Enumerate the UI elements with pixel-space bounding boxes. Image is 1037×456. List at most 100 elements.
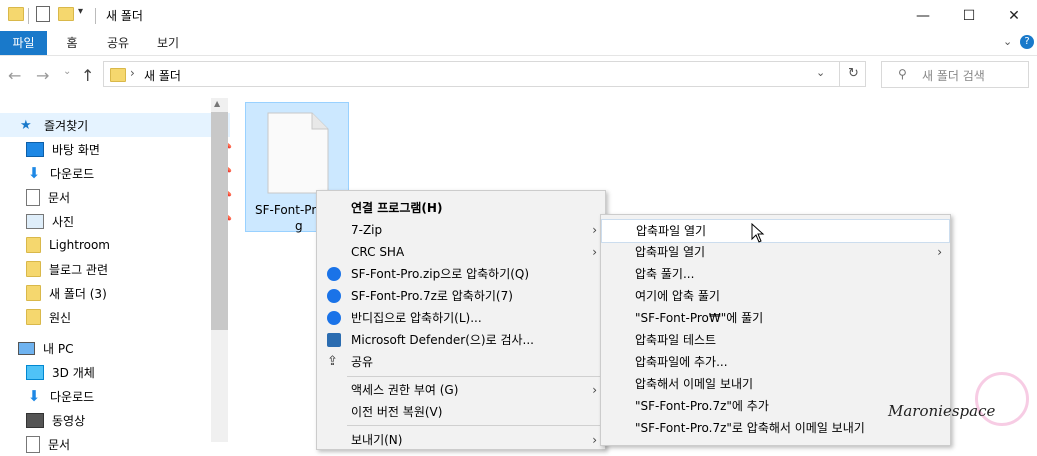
quick-access-dropdown-icon[interactable]: ▾: [78, 6, 83, 17]
title-bar: ▾ 새 폴더 — ☐ ✕: [0, 0, 1037, 31]
sidebar-item-label: 다운로드: [50, 389, 95, 404]
menu-item-7zip[interactable]: 7-Zip ›: [317, 219, 605, 241]
search-icon: ⚲: [898, 67, 907, 81]
folder-icon: [26, 261, 41, 277]
scroll-up-icon[interactable]: ▲: [214, 99, 220, 108]
desktop-icon: [26, 141, 44, 157]
sidebar-item-label: 원신: [49, 310, 72, 325]
sidebar-item-downloads[interactable]: ⬇ 다운로드 📌: [0, 161, 236, 185]
address-dropdown-icon[interactable]: ⌄: [816, 66, 825, 79]
divider: [28, 8, 29, 24]
sidebar-scrollbar-thumb[interactable]: [211, 112, 228, 330]
menu-item-label: 액세스 권한 부여 (G): [351, 383, 459, 397]
sidebar-item-label: 다운로드: [50, 166, 95, 181]
menu-item-send-to[interactable]: 보내기(N) ›: [317, 429, 605, 451]
sidebar-item-label: 내 PC: [43, 341, 74, 356]
sidebar-item-label: 3D 개체: [52, 365, 95, 380]
sidebar-item-this-pc[interactable]: 내 PC: [0, 336, 228, 360]
tab-file[interactable]: 파일: [0, 31, 47, 55]
menu-item-label: 반디집으로 압축하기(L)...: [351, 311, 482, 325]
divider: [95, 8, 96, 24]
sidebar-item-3d-objects[interactable]: 3D 개체: [0, 360, 236, 384]
menu-item-label: 압축해서 이메일 보내기: [635, 377, 754, 391]
sidebar-item-pc-downloads[interactable]: ⬇ 다운로드: [0, 384, 236, 408]
menu-item-label: 보내기(N): [351, 433, 403, 447]
submenu-item-7z-and-email[interactable]: "SF-Font-Pro.7z"로 압축해서 이메일 보내기: [601, 417, 950, 439]
sidebar-item-label: 블로그 관련: [49, 262, 109, 277]
sidebar-item-new-folder-3[interactable]: 새 폴더 (3): [0, 281, 236, 305]
menu-item-restore-previous[interactable]: 이전 버전 복원(V): [317, 401, 605, 423]
submenu-arrow-icon: ›: [937, 245, 942, 259]
recent-locations-icon[interactable]: ⌄: [63, 66, 71, 77]
menu-item-label: 압축파일 열기: [635, 245, 706, 259]
document-icon: [26, 435, 40, 453]
submenu-item-compress-and-email[interactable]: 압축해서 이메일 보내기: [601, 373, 950, 395]
menu-item-bandizip[interactable]: 반디집으로 압축하기(L)...: [317, 307, 605, 329]
submenu-item-add-to-archive[interactable]: 압축파일에 추가...: [601, 351, 950, 373]
bandizip-icon: [327, 311, 341, 325]
menu-item-open-with[interactable]: 연결 프로그램(H): [317, 197, 605, 219]
bandizip-icon: [327, 267, 341, 281]
menu-item-label: 7-Zip: [351, 223, 383, 237]
menu-item-compress-zip[interactable]: SF-Font-Pro.zip으로 압축하기(Q): [317, 263, 605, 285]
bandizip-icon: [327, 289, 341, 303]
ribbon-expand-icon[interactable]: ⌄: [1003, 35, 1012, 48]
submenu-item-extract[interactable]: 압축 풀기...: [601, 263, 950, 285]
picture-icon: [26, 213, 44, 229]
submenu-item-extract-to-folder[interactable]: "SF-Font-Pro₩"에 풀기: [601, 307, 950, 329]
help-icon[interactable]: ?: [1020, 35, 1034, 49]
menu-item-label: 공유: [351, 355, 374, 369]
new-folder-icon[interactable]: [58, 7, 74, 21]
defender-icon: [327, 333, 341, 347]
sidebar-item-blog[interactable]: 블로그 관련: [0, 257, 236, 281]
file-name-line1: SF-Font-Pro: [255, 203, 324, 217]
star-icon: ★: [20, 117, 32, 133]
address-bar[interactable]: › 새 폴더 ⌄ ↻: [103, 61, 866, 87]
submenu-item-open-archive-more[interactable]: 압축파일 열기 ›: [601, 241, 950, 263]
submenu-item-extract-here[interactable]: 여기에 압축 풀기: [601, 285, 950, 307]
submenu-arrow-icon: ›: [592, 223, 597, 237]
sidebar-item-videos[interactable]: 동영상: [0, 408, 236, 432]
sidebar-item-label: 문서: [48, 437, 71, 452]
submenu-item-test-archive[interactable]: 압축파일 테스트: [601, 329, 950, 351]
tab-view[interactable]: 보기: [151, 31, 185, 55]
ribbon-tabs: 파일 홈 공유 보기 ⌄ ?: [0, 31, 1037, 56]
tab-share[interactable]: 공유: [101, 31, 135, 55]
sidebar-item-label: 새 폴더 (3): [49, 286, 107, 301]
maximize-button[interactable]: ☐: [946, 0, 992, 31]
watermark-text: Maroniespace: [888, 402, 996, 420]
forward-arrow-icon[interactable]: →: [36, 66, 49, 85]
menu-item-defender-scan[interactable]: Microsoft Defender(으)로 검사...: [317, 329, 605, 351]
sidebar-item-pictures[interactable]: 사진 📌: [0, 209, 236, 233]
search-input[interactable]: ⚲ 새 폴더 검색: [881, 61, 1029, 88]
mouse-cursor-icon: [751, 223, 765, 243]
submenu-item-open-archive[interactable]: 압축파일 열기: [601, 219, 950, 243]
menu-item-compress-7z[interactable]: SF-Font-Pro.7z로 압축하기(7): [317, 285, 605, 307]
submenu-arrow-icon: ›: [592, 383, 597, 397]
menu-item-label: 이전 버전 복원(V): [351, 405, 443, 419]
sidebar-item-lightroom[interactable]: Lightroom: [0, 233, 236, 257]
window-title: 새 폴더: [106, 9, 143, 23]
sidebar-item-pc-documents[interactable]: 문서: [0, 432, 236, 456]
refresh-icon[interactable]: ↻: [848, 66, 859, 81]
video-icon: [26, 412, 44, 428]
sidebar-item-quick-access[interactable]: ★ 즐겨찾기: [0, 113, 230, 137]
pc-icon: [18, 341, 35, 355]
back-arrow-icon[interactable]: ←: [8, 66, 21, 85]
tab-home[interactable]: 홈: [58, 31, 86, 55]
breadcrumb-chevron-icon[interactable]: ›: [130, 66, 135, 80]
sidebar-item-documents[interactable]: 문서 📌: [0, 185, 236, 209]
properties-icon[interactable]: [36, 6, 50, 22]
menu-item-crc-sha[interactable]: CRC SHA ›: [317, 241, 605, 263]
menu-item-grant-access[interactable]: 액세스 권한 부여 (G) ›: [317, 379, 605, 401]
menu-item-share[interactable]: ⇪ 공유: [317, 351, 605, 373]
folder-icon: [26, 309, 41, 325]
menu-item-label: "SF-Font-Pro₩"에 풀기: [635, 311, 764, 325]
close-button[interactable]: ✕: [991, 0, 1037, 31]
breadcrumb[interactable]: 새 폴더: [144, 67, 181, 84]
up-arrow-icon[interactable]: ↑: [81, 66, 94, 85]
sidebar-item-label: Lightroom: [49, 238, 110, 252]
sidebar-item-desktop[interactable]: 바탕 화면 📌: [0, 137, 236, 161]
sidebar-item-genshin[interactable]: 원신: [0, 305, 236, 329]
minimize-button[interactable]: —: [900, 0, 946, 31]
